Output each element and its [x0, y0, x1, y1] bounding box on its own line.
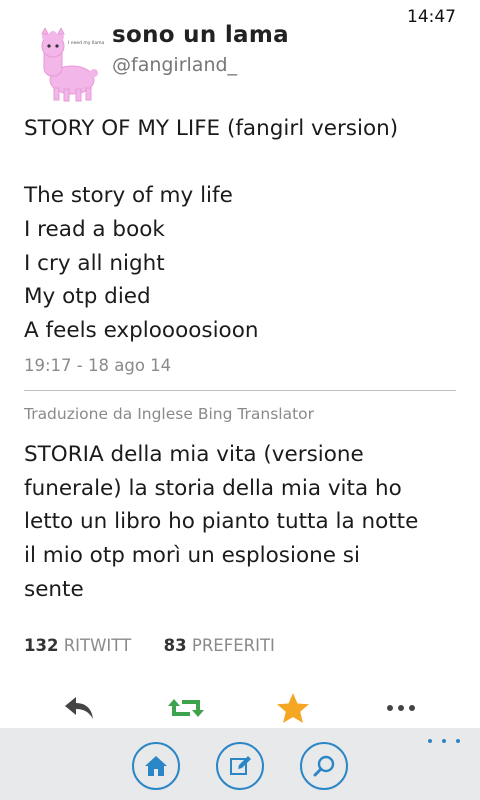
tweet-line: I cry all night — [24, 250, 165, 276]
translation-label: Traduzione da Inglese Bing Translator — [24, 405, 315, 423]
translation-line: il mio otp morì un esplosione si — [24, 543, 360, 569]
compose-button[interactable] — [216, 742, 264, 790]
reply-button[interactable] — [59, 690, 99, 726]
retweets-label[interactable]: RITWITT — [64, 636, 131, 655]
translation-line: funerale) la storia della mia vita ho — [24, 475, 402, 501]
llama-avatar-icon: I need my llama — [36, 26, 112, 104]
tweet-header: I need my llama sono un lama @fangirland… — [24, 18, 456, 108]
divider — [24, 390, 456, 391]
more-actions-button[interactable] — [381, 690, 421, 726]
tweet-line: A feels exploooosioon — [24, 318, 259, 344]
dot — [456, 739, 460, 743]
tweet-body: STORY OF MY LIFE (fangirl version) The s… — [24, 112, 456, 348]
search-icon — [313, 755, 335, 777]
avatar[interactable]: I need my llama — [36, 26, 112, 104]
app-bar — [0, 728, 480, 800]
favorites-label[interactable]: PREFERITI — [192, 636, 275, 655]
dot — [442, 739, 446, 743]
tweet-line: I read a book — [24, 217, 165, 243]
home-button[interactable] — [132, 742, 180, 790]
favorite-button[interactable] — [273, 690, 313, 726]
retweet-icon — [168, 699, 204, 717]
favorite-star-icon — [277, 693, 309, 723]
translation-line: STORIA della mia vita (versione — [24, 442, 364, 467]
avatar-caption: I need my llama — [68, 40, 105, 46]
retweets-count[interactable]: 132 — [24, 636, 58, 655]
retweet-button[interactable] — [166, 690, 206, 726]
tweet-stats: 132 RITWITT 83 PREFERITI — [24, 636, 275, 655]
appbar-more-button[interactable] — [428, 734, 460, 748]
tweet-actions — [0, 682, 480, 728]
reply-icon — [65, 697, 93, 719]
more-icon — [387, 705, 415, 711]
tweet-line: STORY OF MY LIFE (fangirl version) — [24, 116, 399, 141]
user-handle[interactable]: @fangirland_ — [112, 54, 237, 76]
translation-line: sente — [24, 576, 84, 602]
translation-line: letto un libro ho pianto tutta la notte — [24, 509, 419, 535]
favorites-count[interactable]: 83 — [164, 636, 187, 655]
tweet-line: My otp died — [24, 284, 151, 310]
display-name[interactable]: sono un lama — [112, 22, 289, 48]
search-button[interactable] — [300, 742, 348, 790]
tweet-line: The story of my life — [24, 183, 233, 209]
home-icon — [145, 756, 167, 776]
dot — [428, 739, 432, 743]
tweet-line — [24, 146, 456, 180]
compose-icon — [230, 756, 251, 775]
tweet-timestamp: 19:17 - 18 ago 14 — [24, 356, 172, 375]
translation-body: STORIA della mia vita (versione funerale… — [24, 438, 464, 606]
